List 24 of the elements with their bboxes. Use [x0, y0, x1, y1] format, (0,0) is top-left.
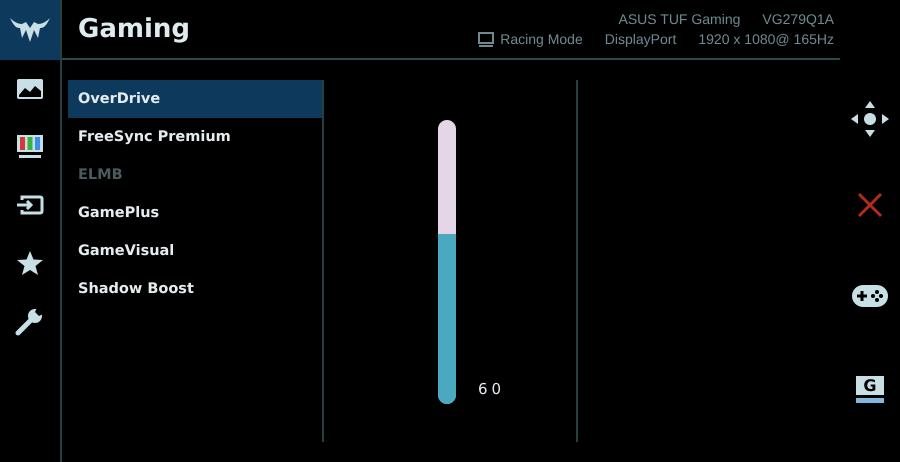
menu-item[interactable]: GamePlus [68, 194, 322, 232]
logo-icon [8, 16, 52, 44]
menu-item[interactable]: FreeSync Premium [68, 118, 322, 156]
navigation-icon[interactable] [850, 100, 890, 138]
star-icon [16, 250, 44, 276]
close-icon[interactable] [857, 192, 883, 218]
input-icon [16, 193, 44, 217]
menu-item[interactable]: OverDrive [68, 80, 322, 118]
mode-label: Racing Mode [500, 31, 583, 47]
input-label: DisplayPort [604, 31, 676, 47]
slider-value: 60 [478, 380, 506, 398]
model-number: VG279Q1A [762, 11, 834, 27]
picture-icon [16, 78, 44, 100]
model-name: ASUS TUF Gaming [618, 11, 740, 27]
wrench-icon [15, 306, 45, 336]
menu-item[interactable]: Shadow Boost [68, 270, 322, 308]
color-bars-icon [16, 134, 44, 160]
monitor-icon [478, 32, 494, 46]
sidebar-tab[interactable] [0, 0, 60, 60]
gamepad-icon[interactable] [851, 284, 889, 308]
slider-track[interactable] [438, 120, 456, 404]
page-title: Gaming [78, 14, 190, 44]
menu-item[interactable]: GameVisual [68, 232, 322, 270]
resolution-label: 1920 x 1080@ 165Hz [698, 31, 834, 47]
